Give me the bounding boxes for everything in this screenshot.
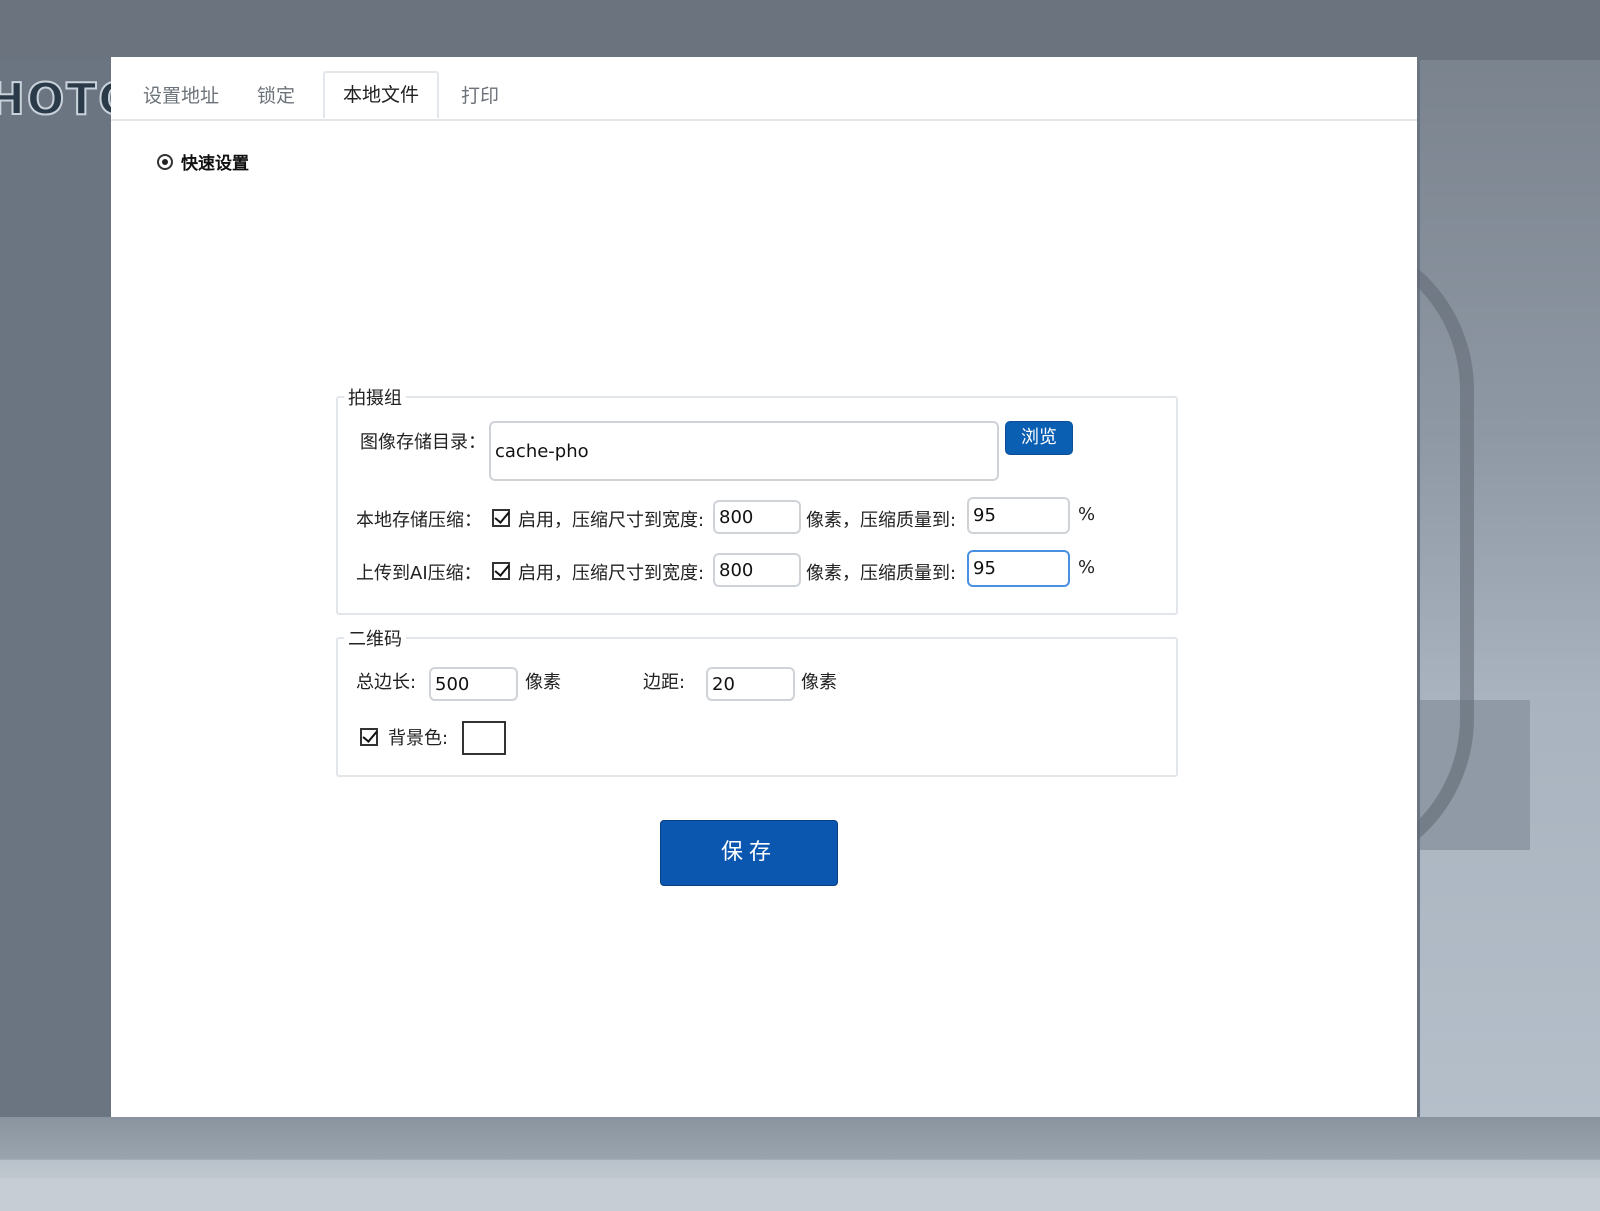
qr-margin-input[interactable] (706, 667, 795, 701)
local-width-input[interactable] (713, 500, 801, 534)
local-quality-input[interactable] (967, 497, 1070, 534)
background-bottom-band (0, 1178, 1600, 1211)
local-quality-text: 像素，压缩质量到: (806, 510, 957, 531)
qr-bg-checkbox[interactable] (360, 728, 378, 746)
tab-address[interactable]: 设置地址 (131, 73, 231, 119)
capture-group: 拍摄组 图像存储目录： 浏览 本地存储压缩： 启用，压缩尺寸到宽度: 像素，压缩… (336, 384, 1178, 615)
settings-window: 设置地址 锁定 本地文件 打印 快速设置 拍摄组 图像存储目录： 浏览 本地存储… (111, 57, 1417, 1117)
qr-margin-unit: 像素 (801, 672, 837, 693)
ai-compress-checkbox[interactable] (492, 562, 510, 580)
quick-setup-option[interactable]: 快速设置 (157, 149, 249, 174)
qr-margin-label: 边距: (643, 672, 686, 693)
qr-bg-label: 背景色: (388, 728, 449, 749)
ai-percent-sign: % (1078, 557, 1096, 578)
ai-compress-label: 上传到AI压缩： (356, 563, 482, 584)
image-dir-label: 图像存储目录： (360, 432, 486, 453)
ai-compress-enable-text: 启用，压缩尺寸到宽度: (518, 563, 705, 584)
local-compress-enable-text: 启用，压缩尺寸到宽度: (518, 510, 705, 531)
qr-group-legend: 二维码 (344, 625, 406, 651)
save-button[interactable]: 保存 (660, 820, 838, 886)
ai-width-input[interactable] (713, 553, 801, 587)
local-compress-checkbox[interactable] (492, 509, 510, 527)
tab-local-files[interactable]: 本地文件 (323, 71, 439, 119)
quick-setup-label: 快速设置 (181, 154, 249, 174)
image-dir-input[interactable] (489, 421, 999, 481)
local-percent-sign: % (1078, 504, 1096, 525)
quick-setup-radio[interactable] (157, 153, 173, 170)
browse-button[interactable]: 浏览 (1005, 421, 1073, 455)
ai-quality-input[interactable] (967, 550, 1070, 587)
qr-side-input[interactable] (429, 667, 518, 701)
ai-quality-text: 像素，压缩质量到: (806, 563, 957, 584)
capture-group-legend: 拍摄组 (344, 384, 406, 410)
qr-side-unit: 像素 (525, 672, 561, 693)
qr-bg-color-swatch[interactable] (462, 721, 506, 755)
tab-print[interactable]: 打印 (445, 73, 515, 119)
background-top (0, 0, 1600, 60)
qr-group: 二维码 总边长: 像素 边距: 像素 背景色: (336, 625, 1178, 777)
qr-side-label: 总边长: (356, 672, 417, 693)
tab-lock[interactable]: 锁定 (241, 73, 311, 119)
tab-bar: 设置地址 锁定 本地文件 打印 (111, 57, 1417, 121)
local-compress-label: 本地存储压缩： (356, 510, 482, 531)
